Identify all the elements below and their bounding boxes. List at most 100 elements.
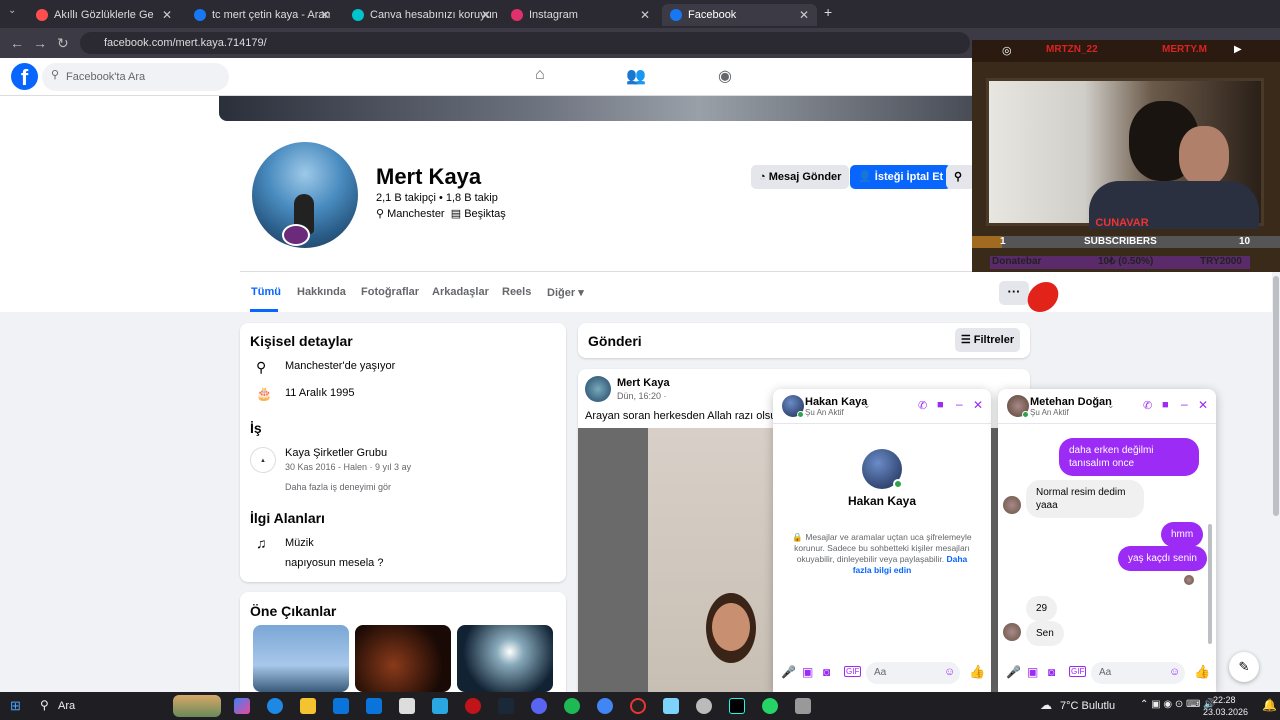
thumbs-up-icon[interactable]: 👍 <box>969 664 985 680</box>
sender-avatar[interactable] <box>1003 496 1021 514</box>
url-field[interactable]: facebook.com/mert.kaya.714179/ <box>80 32 970 54</box>
close-icon[interactable]: ✕ <box>799 8 809 22</box>
send-message-button[interactable]: ◔ Mesaj Gönder <box>751 165 850 189</box>
filters-button[interactable]: ☰ Filtreler <box>955 328 1020 352</box>
tab-photos[interactable]: Fotoğraflar <box>361 286 419 298</box>
windows-start-icon[interactable]: ⊞ <box>10 698 21 714</box>
image-icon[interactable]: ▣ <box>802 665 813 679</box>
notification-bell-icon[interactable]: 🔔 <box>1262 698 1277 712</box>
highlight-3[interactable] <box>457 625 553 692</box>
chrome-icon[interactable] <box>597 698 613 714</box>
discord-icon[interactable] <box>531 698 547 714</box>
message-bubble-out[interactable]: yaş kaçdı senin <box>1118 546 1207 571</box>
emoji-icon[interactable]: ☺ <box>1169 666 1180 678</box>
chat-header[interactable]: Hakan Kaya Şu An Aktif ⌄ ✆ ■ – ✕ <box>773 389 991 424</box>
tiktok-icon[interactable] <box>729 698 745 714</box>
message-bubble-in[interactable]: Sen <box>1026 621 1064 646</box>
clock-date[interactable]: 23.03.2026 <box>1203 707 1248 717</box>
new-message-button[interactable]: ✎ <box>1229 652 1259 682</box>
photos-icon[interactable] <box>432 698 448 714</box>
chat-name[interactable]: Hakan Kaya <box>805 396 867 408</box>
highlight-2[interactable] <box>355 625 451 692</box>
message-bubble-out[interactable]: hmm <box>1161 522 1204 547</box>
file-explorer-icon[interactable] <box>300 698 316 714</box>
tab-reels[interactable]: Reels <box>502 286 531 298</box>
edge-icon[interactable] <box>267 698 283 714</box>
chevron-down-icon[interactable]: ⌄ <box>1107 400 1115 411</box>
tab-1[interactable]: Akıllı Gözlüklerle Geleceği G ✕ <box>28 4 180 26</box>
tab-5-active[interactable]: Facebook ✕ <box>662 4 817 26</box>
close-icon[interactable]: ✕ <box>162 8 172 22</box>
profile-avatar[interactable] <box>249 139 361 251</box>
back-icon[interactable]: ← <box>10 35 24 51</box>
profile-stats[interactable]: 2,1 B takipçi • 1,8 B takip <box>376 192 498 204</box>
gif-icon[interactable]: GIF <box>1069 666 1087 677</box>
scrollbar-thumb[interactable] <box>1273 276 1279 516</box>
new-tab-icon[interactable]: + <box>824 4 832 20</box>
opera-icon[interactable] <box>465 698 481 714</box>
tab-friends[interactable]: Arkadaşlar <box>432 286 489 298</box>
close-icon[interactable]: ✕ <box>481 8 491 22</box>
close-icon[interactable]: ✕ <box>973 398 983 412</box>
sticker-icon[interactable]: ◙ <box>823 665 830 679</box>
tab-about[interactable]: Hakkında <box>297 286 346 298</box>
cover-photo[interactable] <box>219 96 1019 121</box>
sender-avatar[interactable] <box>1003 623 1021 641</box>
outlook-icon[interactable] <box>366 698 382 714</box>
message-bubble-out[interactable]: daha erken değilmi tanısalım once <box>1059 438 1199 476</box>
home-icon[interactable]: ⌂ <box>535 66 545 84</box>
interest-music[interactable]: Müzik <box>285 537 314 549</box>
close-icon[interactable]: ✕ <box>640 8 650 22</box>
chat-scrollbar[interactable] <box>1208 524 1212 644</box>
whatsapp-icon[interactable] <box>762 698 778 714</box>
video-icon[interactable]: ■ <box>1162 399 1169 411</box>
video-icon[interactable]: ■ <box>937 399 944 411</box>
minimize-icon[interactable]: – <box>1181 397 1188 411</box>
steam-icon[interactable] <box>498 698 514 714</box>
mic-icon[interactable]: 🎤 <box>1006 665 1021 679</box>
image-icon[interactable]: ▣ <box>1027 665 1038 679</box>
sticker-icon[interactable]: ◙ <box>1048 665 1055 679</box>
chat-name[interactable]: Metehan Doğan <box>1030 396 1112 408</box>
tab-all[interactable]: Tümü <box>251 286 281 298</box>
post-author[interactable]: Mert Kaya <box>617 377 670 389</box>
close-icon[interactable]: ✕ <box>1198 398 1208 412</box>
mic-icon[interactable]: 🎤 <box>781 665 796 679</box>
forward-icon[interactable]: → <box>33 35 47 51</box>
company-logo[interactable]: ▲ <box>250 447 276 473</box>
tab-2[interactable]: tc mert çetin kaya - Arama Sor ✕ <box>186 4 338 26</box>
app-icon[interactable] <box>663 698 679 714</box>
search-highlight-image[interactable] <box>173 695 221 717</box>
search-icon[interactable]: ⚲ <box>40 698 49 712</box>
chevron-down-icon[interactable]: ⌄ <box>863 400 871 411</box>
copilot-icon[interactable] <box>234 698 250 714</box>
chat-header[interactable]: Metehan Doğan Şu An Aktif ⌄ ✆ ■ – ✕ <box>998 389 1216 424</box>
reload-icon[interactable]: ↻ <box>57 35 69 52</box>
cancel-request-button[interactable]: 👤 İsteği İptal Et <box>850 165 952 189</box>
more-options-button[interactable]: ··· <box>999 281 1029 305</box>
post-author-avatar[interactable] <box>585 376 611 402</box>
message-bubble-in[interactable]: Normal resim dedim yaaa <box>1026 480 1144 518</box>
tab-3[interactable]: Canva hesabınızı koruyun ✕ <box>344 4 499 26</box>
highlight-1[interactable] <box>253 625 349 692</box>
tab-more[interactable]: Diğer ▾ <box>547 286 584 299</box>
more-work-link[interactable]: Daha fazla iş deneyimi gör <box>285 482 391 492</box>
tab-4[interactable]: Instagram ✕ <box>503 4 658 26</box>
groups-icon[interactable]: ◉ <box>718 66 732 86</box>
friends-icon[interactable]: 👥 <box>626 66 646 86</box>
facebook-logo-icon[interactable]: f <box>11 63 38 90</box>
security-icon[interactable] <box>399 698 415 714</box>
mail-icon[interactable] <box>333 698 349 714</box>
obs-icon[interactable] <box>630 698 646 714</box>
settings-gear-icon[interactable] <box>696 698 712 714</box>
gif-icon[interactable]: GIF <box>844 666 862 677</box>
phone-icon[interactable]: ✆ <box>1143 399 1152 412</box>
search-input[interactable]: Facebook'ta Ara <box>42 63 229 91</box>
clock-time[interactable]: 22:28 <box>1213 695 1236 705</box>
taskbar-search[interactable]: Ara <box>58 700 75 712</box>
app-icon[interactable] <box>795 698 811 714</box>
close-icon[interactable]: ✕ <box>320 8 330 22</box>
post-time[interactable]: Dün, 16:20 · <box>617 391 667 401</box>
company-name[interactable]: Kaya Şirketler Grubu <box>285 447 387 459</box>
minimize-icon[interactable]: – <box>956 397 963 411</box>
